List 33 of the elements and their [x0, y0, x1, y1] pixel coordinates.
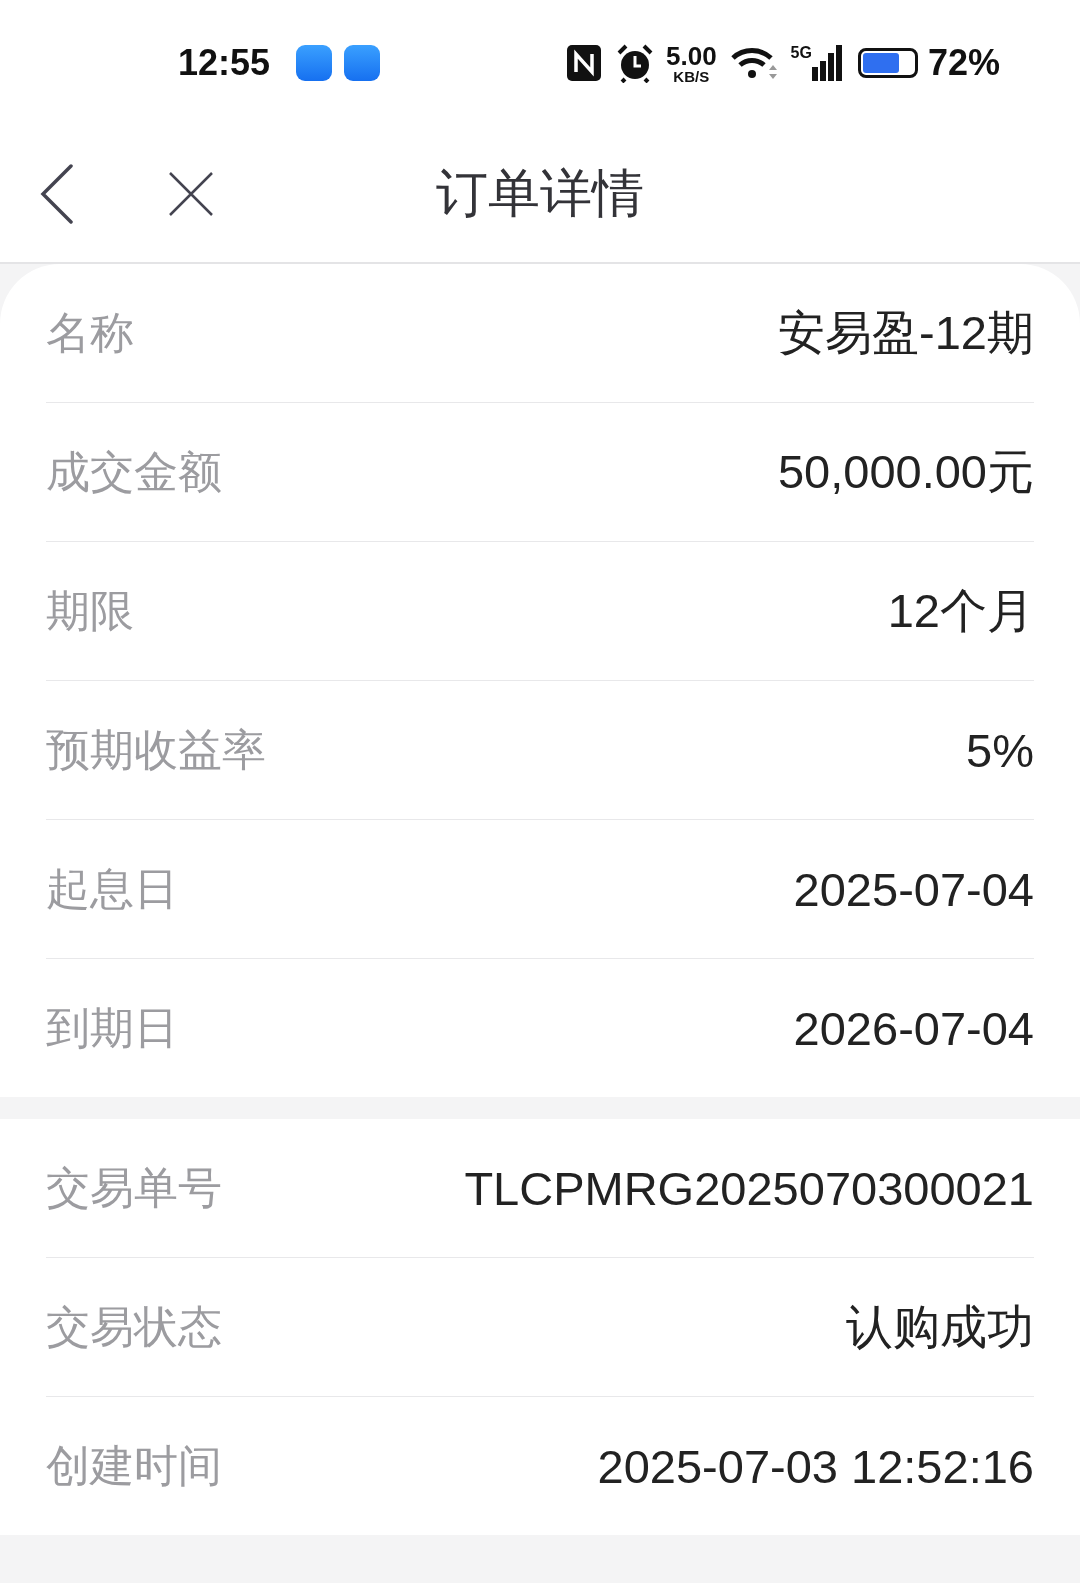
field-value: TLCPMRG2025070300021: [464, 1160, 1034, 1216]
field-value: 2025-07-03 12:52:16: [597, 1438, 1034, 1494]
battery-icon: [857, 48, 918, 78]
field-label: 交易单号: [46, 1160, 222, 1215]
wifi-icon: [730, 46, 777, 80]
close-button[interactable]: [168, 171, 214, 217]
field-value: 12个月: [887, 582, 1034, 639]
page-title: 订单详情: [436, 162, 644, 225]
field-value: 50,000.00元: [777, 443, 1034, 500]
field-label: 预期收益率: [46, 722, 266, 777]
field-label: 到期日: [46, 1000, 178, 1055]
field-label: 创建时间: [46, 1438, 222, 1493]
network-type: 5G: [790, 45, 812, 61]
network-speed: 5.00: [666, 42, 717, 69]
field-value: 5%: [966, 722, 1034, 778]
field-label: 起息日: [46, 861, 178, 916]
field-value: 认购成功: [846, 1298, 1034, 1355]
field-label: 期限: [46, 583, 134, 638]
back-button[interactable]: [40, 164, 74, 224]
app-icon: [344, 45, 381, 81]
field-value: 安易盈-12期: [778, 304, 1034, 361]
app-icon: [296, 45, 333, 81]
signal-icon: [811, 45, 842, 81]
field-label: 名称: [46, 305, 134, 360]
field-value: 2025-07-04: [793, 861, 1034, 917]
speed-unit: KB/S: [673, 68, 710, 84]
field-value: 2026-07-04: [793, 1000, 1034, 1056]
battery-percent: 72%: [927, 42, 1000, 84]
field-label: 交易状态: [46, 1299, 222, 1354]
alarm-icon: [616, 43, 654, 83]
nfc-icon: [566, 44, 602, 82]
field-label: 成交金额: [46, 444, 222, 499]
status-time: 12:55: [178, 42, 271, 84]
